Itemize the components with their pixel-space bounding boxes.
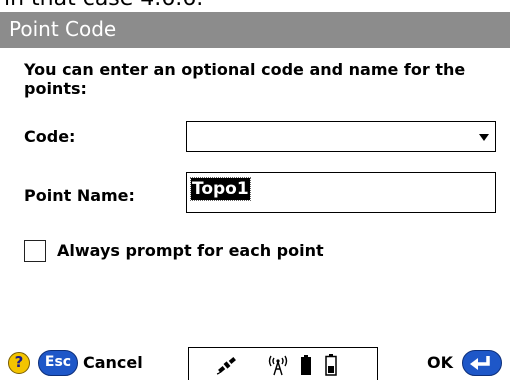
point-name-value: Topo1 — [190, 177, 251, 201]
cropped-text-above: in that case 4.6.6. — [0, 0, 510, 12]
enter-arrow-icon — [470, 356, 490, 370]
point-name-input[interactable]: Topo1 — [186, 172, 496, 213]
dropdown-arrow-icon[interactable] — [479, 134, 489, 141]
dialog-titlebar: Point Code — [0, 12, 510, 48]
always-prompt-checkbox[interactable] — [24, 240, 46, 262]
help-icon[interactable]: ? — [8, 352, 30, 374]
satellite-icon — [216, 357, 236, 375]
code-label: Code: — [24, 127, 76, 146]
code-dropdown[interactable] — [186, 121, 496, 152]
battery-icon — [301, 355, 311, 375]
instruction-text: You can enter an optional code and name … — [24, 60, 466, 98]
bottom-command-bar: ? Esc Cancel OK — [0, 347, 510, 380]
point-name-label: Point Name: — [24, 186, 135, 205]
enter-icon[interactable] — [462, 350, 502, 376]
always-prompt-label[interactable]: Always prompt for each point — [57, 241, 324, 260]
cropped-text: in that case 4.6.6. — [4, 0, 203, 11]
dialog-title: Point Code — [9, 17, 117, 41]
status-icons-panel — [188, 347, 378, 380]
ok-button[interactable]: OK — [427, 353, 453, 372]
radio-signal-icon — [268, 355, 288, 376]
cancel-button[interactable]: Cancel — [83, 353, 143, 372]
esc-icon[interactable]: Esc — [38, 350, 78, 376]
battery-outline-icon — [325, 354, 337, 376]
